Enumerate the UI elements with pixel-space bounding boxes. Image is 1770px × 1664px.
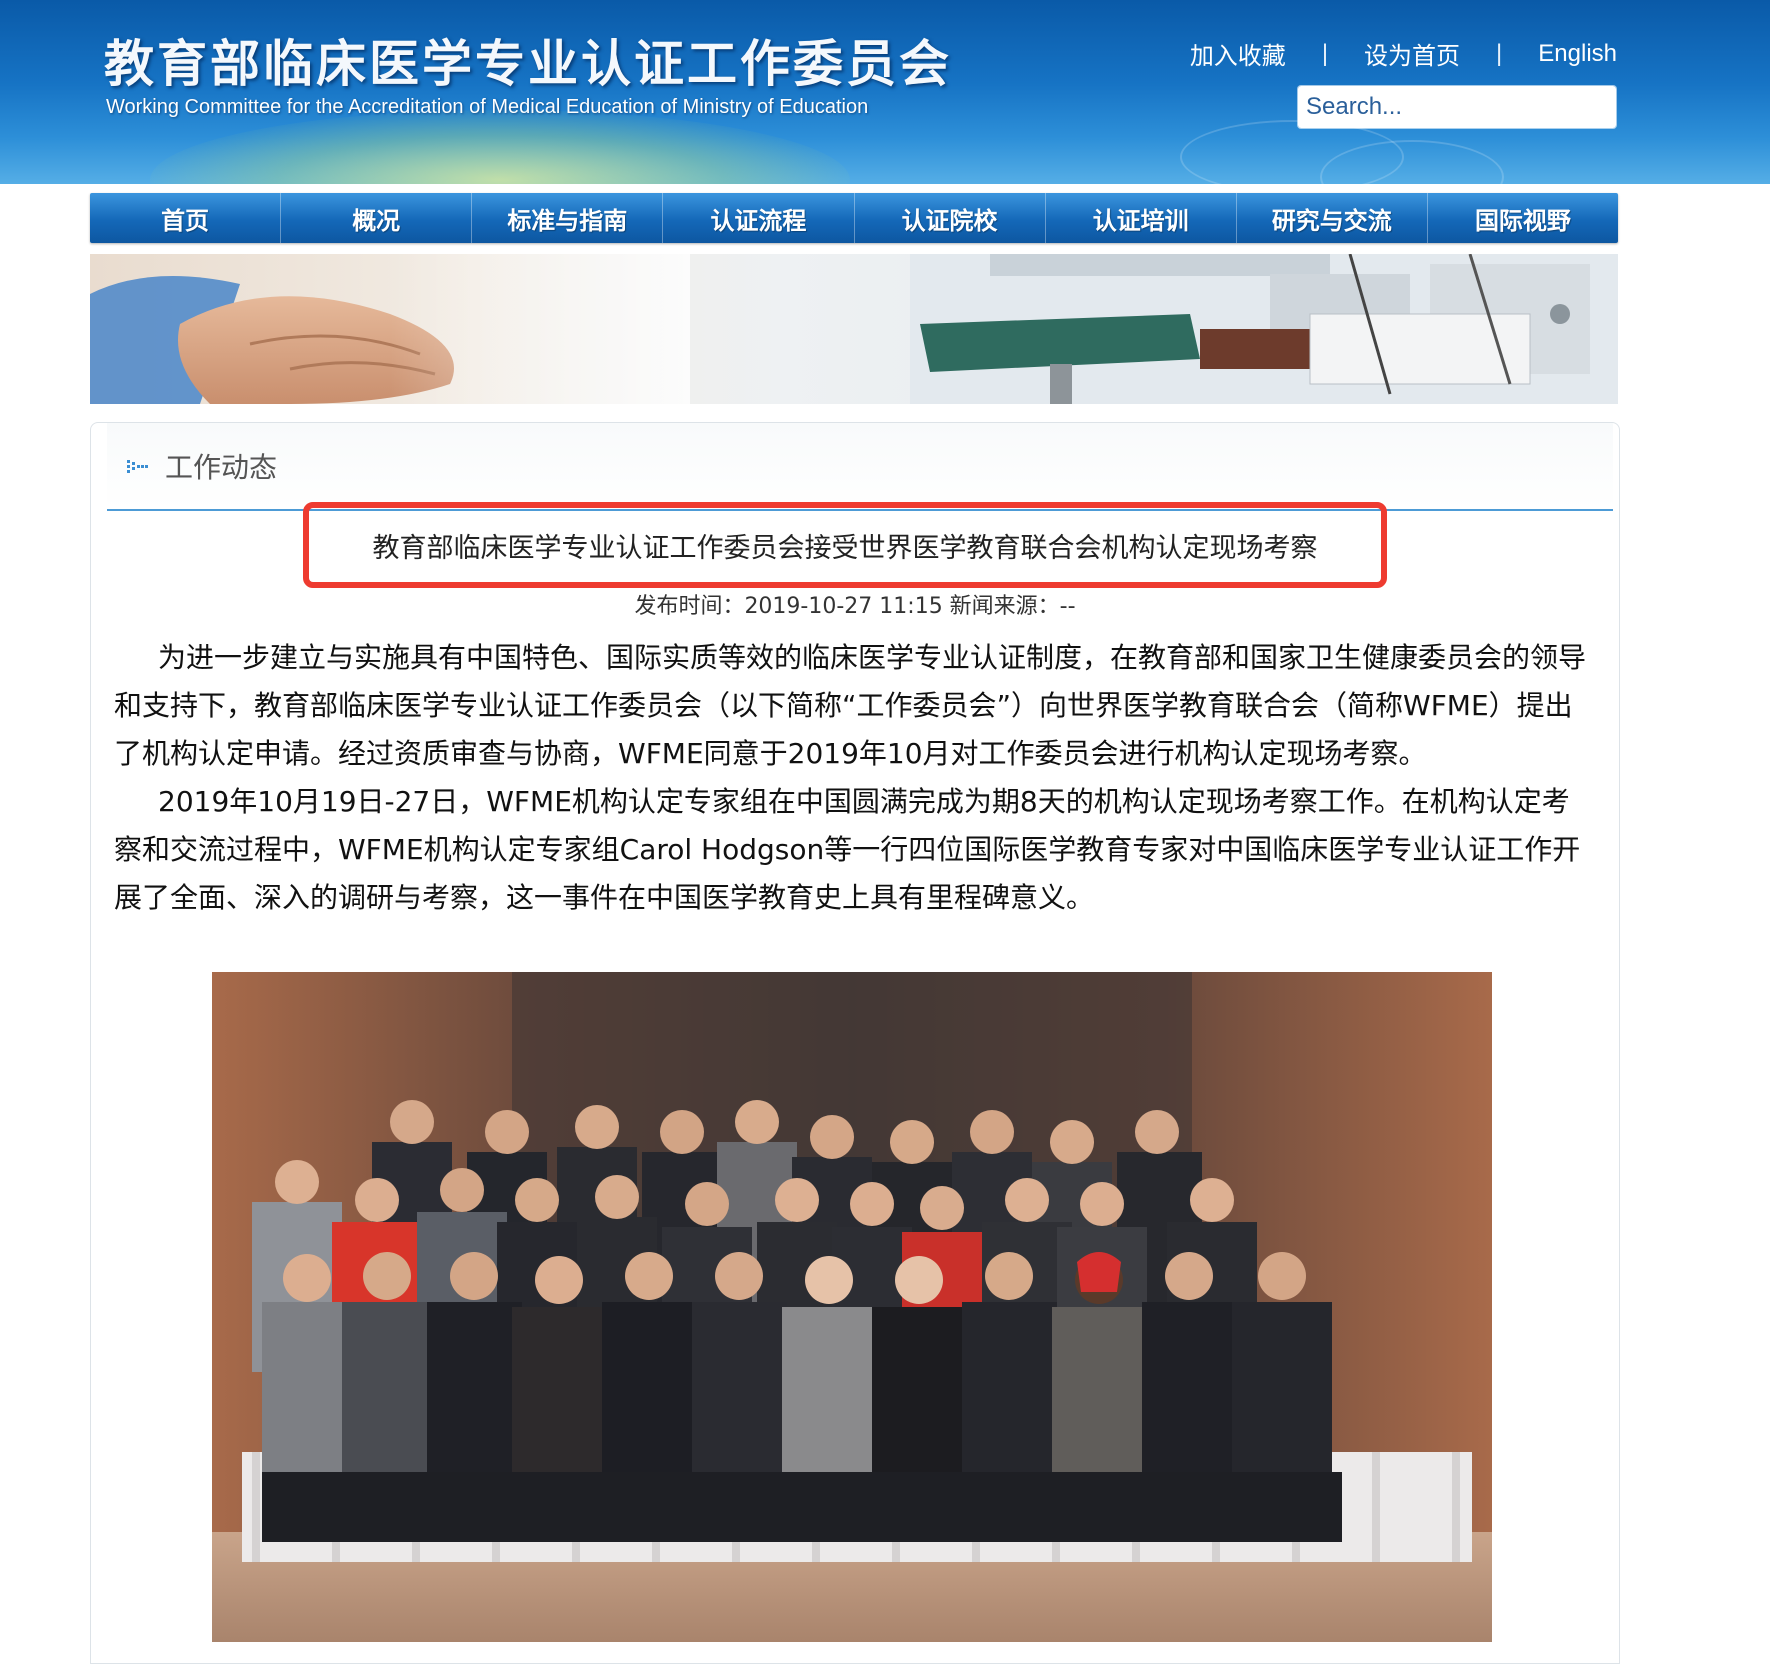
nav-item-home[interactable]: 首页 <box>90 193 282 243</box>
link-separator: | <box>1321 39 1329 67</box>
english-link[interactable]: English <box>1538 40 1617 68</box>
site-subtitle: Working Committee for the Accreditation … <box>106 96 869 118</box>
article-paragraph: 2019年10月19日-27日，WFME机构认定专家组在中国圆满完成为期8天的机… <box>114 785 1581 914</box>
main-nav: 首页 概况 标准与指南 认证流程 认证院校 认证培训 研究与交流 国际视野 <box>90 193 1618 243</box>
article-headline-highlight: 教育部临床医学专业认证工作委员会接受世界医学教育联合会机构认定现场考察 <box>303 502 1387 588</box>
panel-title: 工作动态 <box>165 451 278 484</box>
add-bookmark-link[interactable]: 加入收藏 <box>1190 36 1286 71</box>
article-body: 为进一步建立与实施具有中国特色、国际实质等效的临床医学专业认证制度，在教育部和国… <box>114 634 1592 922</box>
group-photo-illustration <box>212 972 1492 1642</box>
banner-illustration <box>90 254 1618 404</box>
dotted-list-icon <box>127 460 148 473</box>
search-box <box>1298 86 1616 128</box>
site-header: 教育部临床医学专业认证工作委员会 Working Committee for t… <box>0 0 1770 184</box>
site-title[interactable]: 教育部临床医学专业认证工作委员会 <box>104 24 952 96</box>
article-headline: 教育部临床医学专业认证工作委员会接受世界医学教育联合会机构认定现场考察 <box>372 532 1318 564</box>
article-meta: 发布时间：2019-10-27 11:15 新闻来源：-- <box>634 594 1076 619</box>
banner-image <box>90 254 1618 404</box>
panel-header: 工作动态 <box>107 423 1613 511</box>
nav-item-standards[interactable]: 标准与指南 <box>472 193 664 243</box>
top-links: 加入收藏 | 设为首页 | English <box>1190 36 1617 71</box>
group-photo <box>212 972 1492 1642</box>
nav-item-training[interactable]: 认证培训 <box>1046 193 1237 243</box>
nav-item-schools[interactable]: 认证院校 <box>855 193 1046 243</box>
nav-item-overview[interactable]: 概况 <box>281 193 473 243</box>
link-separator: | <box>1496 39 1503 67</box>
article-paragraph: 为进一步建立与实施具有中国特色、国际实质等效的临床医学专业认证制度，在教育部和国… <box>114 641 1587 770</box>
nav-item-international[interactable]: 国际视野 <box>1428 193 1618 243</box>
nav-item-process[interactable]: 认证流程 <box>663 193 855 243</box>
search-input[interactable] <box>1298 86 1616 128</box>
nav-item-research[interactable]: 研究与交流 <box>1237 193 1428 243</box>
header-glow-decoration <box>150 110 850 184</box>
set-homepage-link[interactable]: 设为首页 <box>1364 36 1460 71</box>
